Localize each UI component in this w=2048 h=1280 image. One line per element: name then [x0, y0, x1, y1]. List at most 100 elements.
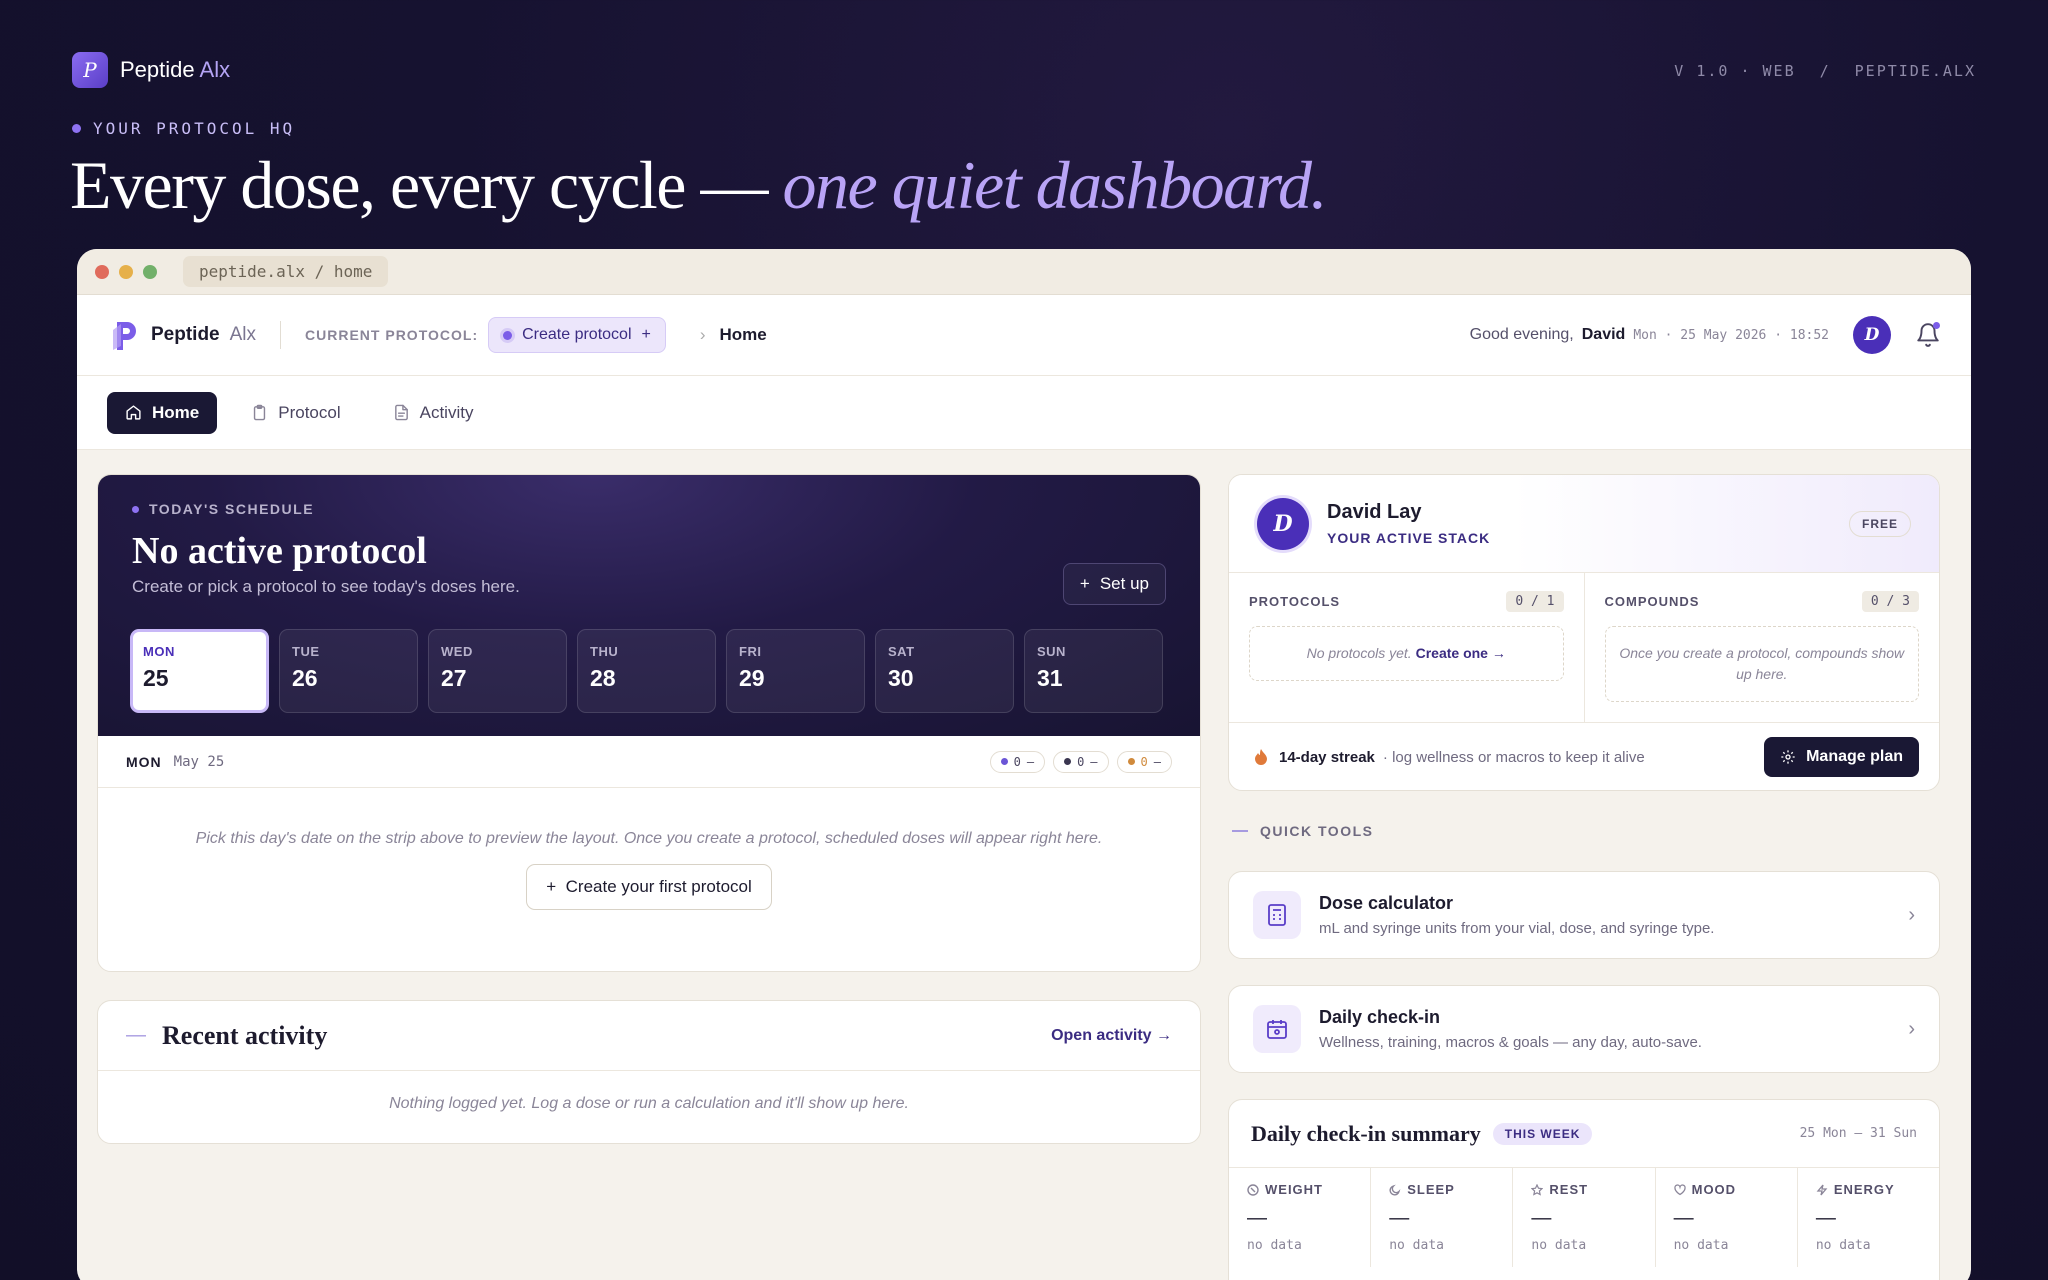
brand-name: Peptide Alx	[120, 57, 231, 82]
compounds-label: COMPOUNDS	[1604, 594, 1700, 609]
tool-name: Dose calculator	[1319, 893, 1454, 913]
schedule-dot-icon	[132, 505, 139, 513]
day-sun[interactable]: SUN 31	[1024, 629, 1163, 713]
version-label: V 1.0 · WEB	[1674, 62, 1796, 80]
heart-icon	[1673, 1183, 1686, 1195]
todays-schedule-card: TODAY'S SCHEDULE No active protocol Crea…	[97, 474, 1201, 972]
notification-dot	[1933, 322, 1940, 329]
schedule-subtitle: Create or pick a protocol to see today's…	[132, 577, 520, 596]
day-mon[interactable]: MON 25	[130, 629, 269, 713]
create-protocol-button[interactable]: Create protocol +	[488, 317, 666, 353]
day-strip: MON 25 TUE 26 WED 27 THU 28 FRI 29 SAT 30 SUN 3…	[130, 629, 1163, 713]
metric-mood[interactable]: MOOD — no data	[1654, 1168, 1797, 1267]
setup-button[interactable]: + Set up	[1062, 563, 1166, 605]
recent-empty-text: Nothing logged yet. Log a dose or run a …	[389, 1095, 909, 1112]
metric-weight[interactable]: WEIGHT — no data	[1229, 1168, 1370, 1267]
check-in-summary-card: Daily check-in summary THIS WEEK 25 Mon …	[1228, 1099, 1940, 1280]
dose-count-chip: 0—	[989, 750, 1046, 773]
clipboard-icon	[254, 404, 266, 421]
summary-range: 25 Mon – 31 Sun	[1799, 1126, 1917, 1141]
day-sat[interactable]: SAT 30	[875, 629, 1014, 713]
open-activity-link[interactable]: Open activity →	[1051, 1027, 1172, 1045]
plan-badge: FREE	[1848, 510, 1911, 537]
notifications-button[interactable]	[1915, 322, 1941, 348]
scale-icon	[1247, 1183, 1259, 1196]
day-fri[interactable]: FRI 29	[726, 629, 865, 713]
browser-window: peptide.alx / home Peptide Alx CURRENT P…	[77, 249, 1971, 1280]
daily-check-in-tool[interactable]: Daily check-in Wellness, training, macros…	[1228, 985, 1940, 1073]
calendar-icon	[1267, 1020, 1287, 1039]
metric-rest[interactable]: REST — no data	[1512, 1168, 1654, 1267]
greeting: Good evening, David Mon · 25 May 2026 · 1…	[1469, 326, 1829, 343]
close-window-button[interactable]	[95, 264, 109, 279]
protocol-dot-icon	[503, 330, 513, 340]
bolt-icon	[1816, 1184, 1828, 1195]
meta-separator: /	[1819, 62, 1831, 80]
profile-name: David Lay	[1327, 501, 1422, 523]
protocols-panel: PROTOCOLS 0 / 1 No protocols yet. Create …	[1229, 573, 1584, 722]
tab-activity[interactable]: Activity	[375, 392, 492, 434]
streak-count: 14-day streak	[1279, 748, 1375, 766]
breadcrumb: › Home	[700, 325, 767, 345]
metric-sleep[interactable]: SLEEP — no data	[1370, 1168, 1512, 1267]
tab-protocol[interactable]: Protocol	[233, 392, 358, 434]
section-dash: —	[126, 1024, 146, 1046]
selected-day-date: May 25	[173, 753, 225, 770]
top-meta: V 1.0 · WEB / PEPTIDE.ALX	[1674, 62, 1976, 80]
tool-description: Wellness, training, macros & goals — any…	[1319, 1034, 1702, 1051]
compounds-count: 0 / 3	[1861, 591, 1919, 612]
profile-card: D David Lay YOUR ACTIVE STACK FREE PROTO…	[1228, 474, 1940, 791]
manage-plan-button[interactable]: Manage plan	[1764, 737, 1919, 777]
moon-icon	[1389, 1184, 1401, 1195]
metric-energy[interactable]: ENERGY — no data	[1796, 1168, 1939, 1267]
protocols-count: 0 / 1	[1506, 591, 1564, 612]
app-header: Peptide Alx CURRENT PROTOCOL: Create pro…	[77, 295, 1971, 376]
brand-logo-icon: P	[72, 52, 108, 88]
protocols-label: PROTOCOLS	[1249, 594, 1341, 609]
tagline-dot-icon	[72, 124, 81, 133]
gear-icon	[1781, 750, 1795, 764]
peptide-logo-icon	[113, 322, 136, 350]
create-first-protocol-button[interactable]: + Create your first protocol	[526, 864, 772, 910]
header-divider	[280, 321, 282, 349]
schedule-day-bar: MON May 25 0— 0— 0—	[98, 736, 1200, 788]
chevron-right-icon: ›	[1908, 903, 1915, 926]
day-wed[interactable]: WED 27	[428, 629, 567, 713]
browser-chrome: peptide.alx / home	[77, 249, 1971, 295]
tab-home[interactable]: Home	[107, 391, 218, 434]
active-stack-label: YOUR ACTIVE STACK	[1327, 530, 1491, 546]
protocols-empty: No protocols yet. Create one →	[1249, 626, 1564, 681]
app-brand[interactable]: Peptide Alx	[111, 318, 256, 352]
schedule-empty-text: Pick this day's date on the strip above …	[195, 830, 1103, 847]
compounds-empty: Once you create a protocol, compounds sh…	[1604, 626, 1919, 702]
compounds-panel: COMPOUNDS 0 / 3 Once you create a protoco…	[1583, 573, 1940, 722]
maximize-window-button[interactable]	[143, 264, 157, 279]
page-headline: Every dose, every cycle — one quiet dash…	[70, 147, 1328, 223]
schedule-title: No active protocol	[132, 530, 427, 572]
user-avatar[interactable]: D	[1853, 316, 1891, 354]
tool-name: Daily check-in	[1319, 1007, 1441, 1027]
day-thu[interactable]: THU 28	[577, 629, 716, 713]
main-nav: Home Protocol Activity	[77, 376, 1971, 450]
calculator-icon	[1268, 904, 1286, 926]
url-bar[interactable]: peptide.alx / home	[183, 256, 389, 287]
summary-title: Daily check-in summary	[1251, 1120, 1481, 1146]
domain-label: PEPTIDE.ALX	[1854, 62, 1976, 80]
chevron-right-icon: ›	[1908, 1017, 1915, 1040]
recent-activity-card: — Recent activity Open activity → Nothin…	[97, 1000, 1201, 1144]
breadcrumb-current[interactable]: Home	[720, 325, 767, 345]
dose-calculator-tool[interactable]: Dose calculator mL and syringe units from…	[1228, 871, 1940, 959]
minimize-window-button[interactable]	[119, 264, 133, 279]
profile-avatar[interactable]: D	[1257, 497, 1309, 550]
schedule-label: TODAY'S SCHEDULE	[132, 501, 1166, 517]
tagline: YOUR PROTOCOL HQ	[72, 119, 295, 138]
tool-description: mL and syringe units from your vial, dos…	[1319, 920, 1715, 937]
selected-day-name: MON	[126, 753, 162, 770]
flame-icon	[1255, 749, 1267, 765]
day-tue[interactable]: TUE 26	[279, 629, 418, 713]
recent-activity-title: Recent activity	[162, 1020, 328, 1050]
create-one-link[interactable]: Create one →	[1416, 645, 1506, 661]
plus-icon: +	[641, 326, 651, 343]
current-datetime: Mon · 25 May 2026 · 18:52	[1633, 327, 1829, 343]
home-icon	[126, 405, 141, 420]
